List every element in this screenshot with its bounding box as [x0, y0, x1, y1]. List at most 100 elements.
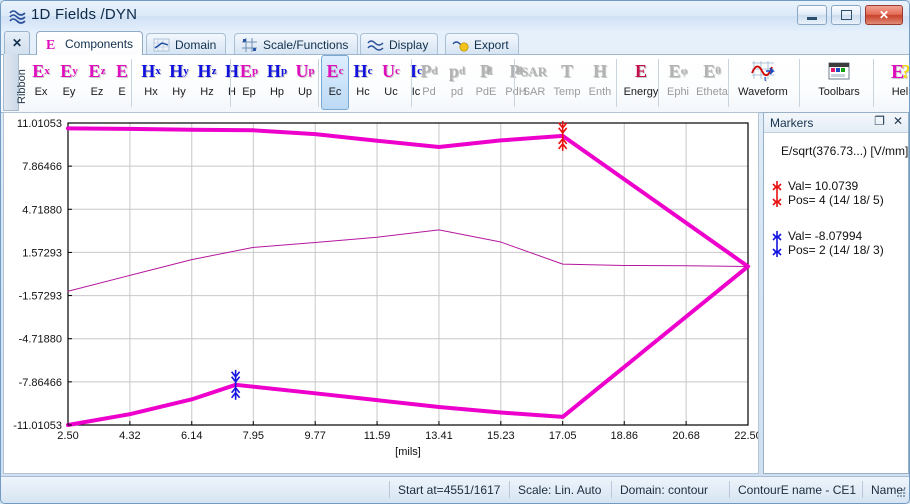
ribbon-button-label: Hp: [270, 86, 284, 98]
ribbon-button-symbol: T: [561, 58, 573, 84]
ribbon-button-label: Etheta: [696, 86, 728, 98]
ribbon-button-e[interactable]: EE: [111, 55, 133, 110]
scale-grid-icon: [241, 37, 258, 53]
ribbon-button-ey[interactable]: EyEy: [55, 55, 83, 110]
x-axis-tick-label: 17.05: [549, 430, 577, 442]
ribbon-button-symbol: Ex: [32, 58, 50, 84]
ribbon-separator: [728, 59, 729, 107]
tab-domain[interactable]: Domain: [146, 33, 226, 55]
ribbon-button-hp[interactable]: Hp Hp: [263, 55, 291, 110]
y-axis-tick-label: 1.57293: [22, 247, 62, 259]
marker-position: Pos= 4 (14/ 18/ 5): [788, 193, 884, 207]
ribbon-button-pd[interactable]: pdpd: [443, 55, 471, 110]
ribbon-button-label: Temp: [554, 86, 581, 98]
ribbon-button-temp[interactable]: T Temp: [550, 55, 584, 110]
ribbon-button-sar[interactable]: SAR SAR: [518, 55, 550, 110]
ribbon-button-pde[interactable]: PEd PdE: [471, 55, 501, 110]
ribbon-button-pd[interactable]: PdPd: [415, 55, 443, 110]
line-chart: 11.010537.864664.718801.57293-1.57293-4.…: [4, 113, 758, 473]
ribbon-button-symbol: SAR: [521, 58, 547, 84]
tab-scale-functions[interactable]: Scale/Functions: [234, 33, 358, 55]
ribbon-button-symbol: Ep: [240, 58, 258, 84]
window-title: 1D Fields /DYN: [31, 6, 137, 23]
help-button[interactable]: E ? Help: [877, 55, 910, 110]
close-button[interactable]: ✕: [865, 5, 903, 25]
ribbon-button-ephi[interactable]: EφEphi: [661, 55, 695, 110]
ribbon-button-symbol: Eθ: [703, 58, 721, 84]
ribbon-button-ec[interactable]: EcEc: [321, 55, 349, 110]
status-bar: Start at=4551/1617Scale: Lin. AutoDomain…: [1, 476, 910, 503]
ribbon-button-hx[interactable]: HxHx: [137, 55, 165, 110]
y-axis-tick-label: 4.71880: [22, 204, 62, 216]
y-axis-tick-label: -11.01053: [13, 420, 62, 432]
tab-export[interactable]: Export: [445, 33, 519, 55]
markers-panel-header: Markers ❐ ✕: [764, 113, 908, 133]
ribbon-button-symbol: Uc: [382, 58, 400, 84]
ribbon-button-up[interactable]: UpUp: [291, 55, 319, 110]
ribbon-separator: [616, 59, 617, 107]
waveform-button[interactable]: t Waveform: [733, 55, 793, 110]
ribbon-button-enth[interactable]: HEnth: [584, 55, 616, 110]
x-axis-tick-label: 18.86: [610, 430, 638, 442]
y-axis-tick-label: -4.71880: [19, 334, 62, 346]
ribbon-button-hz[interactable]: HzHz: [193, 55, 221, 110]
resize-grip[interactable]: [894, 486, 908, 500]
toolbars-button[interactable]: Toolbars: [809, 55, 869, 110]
svg-text:t: t: [764, 75, 767, 83]
restore-icon[interactable]: ❐: [874, 115, 885, 127]
tab-components[interactable]: E Components: [36, 31, 143, 55]
status-cell-0: Start at=4551/1617: [389, 481, 509, 498]
ribbon-button-label: Up: [298, 86, 312, 98]
ribbon-button-label: Hc: [356, 86, 369, 98]
ribbon-button-symbol: Ec: [327, 58, 344, 84]
minimize-button[interactable]: [797, 5, 827, 25]
plot-panel[interactable]: 11.010537.864664.718801.57293-1.57293-4.…: [3, 112, 759, 474]
ribbon-button-label: PdE: [476, 86, 497, 98]
maximize-icon: [841, 10, 852, 20]
ribbon-separator: [131, 59, 132, 107]
ribbon-button-label: Pd: [422, 86, 435, 98]
ribbon-button-label: Energy: [624, 86, 659, 98]
ribbon-button-uc[interactable]: UcUc: [377, 55, 405, 110]
close-ribbon-button[interactable]: ✕: [4, 31, 30, 55]
ribbon-button-symbol: Hp: [267, 58, 287, 84]
marker-value: Val= -8.07994: [788, 229, 862, 243]
ribbon-button-label: Hz: [200, 86, 213, 98]
ribbon-button-hc[interactable]: Hc Hc: [349, 55, 377, 110]
ribbon-button-label: Ephi: [667, 86, 689, 98]
markers-panel-title: Markers: [770, 116, 813, 130]
ribbon-button-label: Hx: [144, 86, 157, 98]
x-axis-tick-label: 20.68: [672, 430, 700, 442]
e-field-icon: E: [43, 36, 60, 52]
ribbon-button-ep[interactable]: EpEp: [235, 55, 263, 110]
ribbon-button-label: SAR: [523, 86, 546, 98]
status-cell-2: Domain: contour: [611, 481, 726, 498]
x-axis-tick-label: 22.50: [734, 430, 758, 442]
ribbon-button-label: Enth: [589, 86, 612, 98]
tab-label: Components: [65, 37, 133, 51]
waveform-icon: [9, 7, 27, 25]
ribbon-separator: [873, 59, 874, 107]
ribbon-button-etheta[interactable]: Eθ Etheta: [693, 55, 731, 110]
maximize-button[interactable]: [831, 5, 861, 25]
ribbon-button-energy[interactable]: EEnergy: [621, 55, 661, 110]
ribbon-button-label: E: [118, 86, 125, 98]
ribbon-group-label: Ribbon: [3, 54, 19, 111]
close-icon: ✕: [866, 6, 902, 24]
waveform-label: Waveform: [738, 86, 788, 98]
svg-text:?: ?: [901, 61, 910, 83]
x-axis-label: [mils]: [395, 446, 421, 458]
ribbon-button-label: Ex: [35, 86, 48, 98]
ribbon-button-ex[interactable]: Ex Ex: [27, 55, 55, 110]
ribbon-button-label: pd: [451, 86, 463, 98]
ribbon-button-hy[interactable]: HyHy: [165, 55, 193, 110]
ribbon-button-ez[interactable]: EzEz: [83, 55, 111, 110]
toolbars-label: Toolbars: [818, 86, 860, 98]
x-axis-tick-label: 13.41: [425, 430, 453, 442]
close-icon[interactable]: ✕: [893, 115, 903, 127]
tab-label: Scale/Functions: [263, 38, 348, 52]
ribbon-button-symbol: Hc: [354, 58, 373, 84]
ribbon-button-symbol: PEd: [480, 58, 492, 84]
ribbon-separator: [514, 59, 515, 107]
tab-display[interactable]: Display: [360, 33, 438, 55]
